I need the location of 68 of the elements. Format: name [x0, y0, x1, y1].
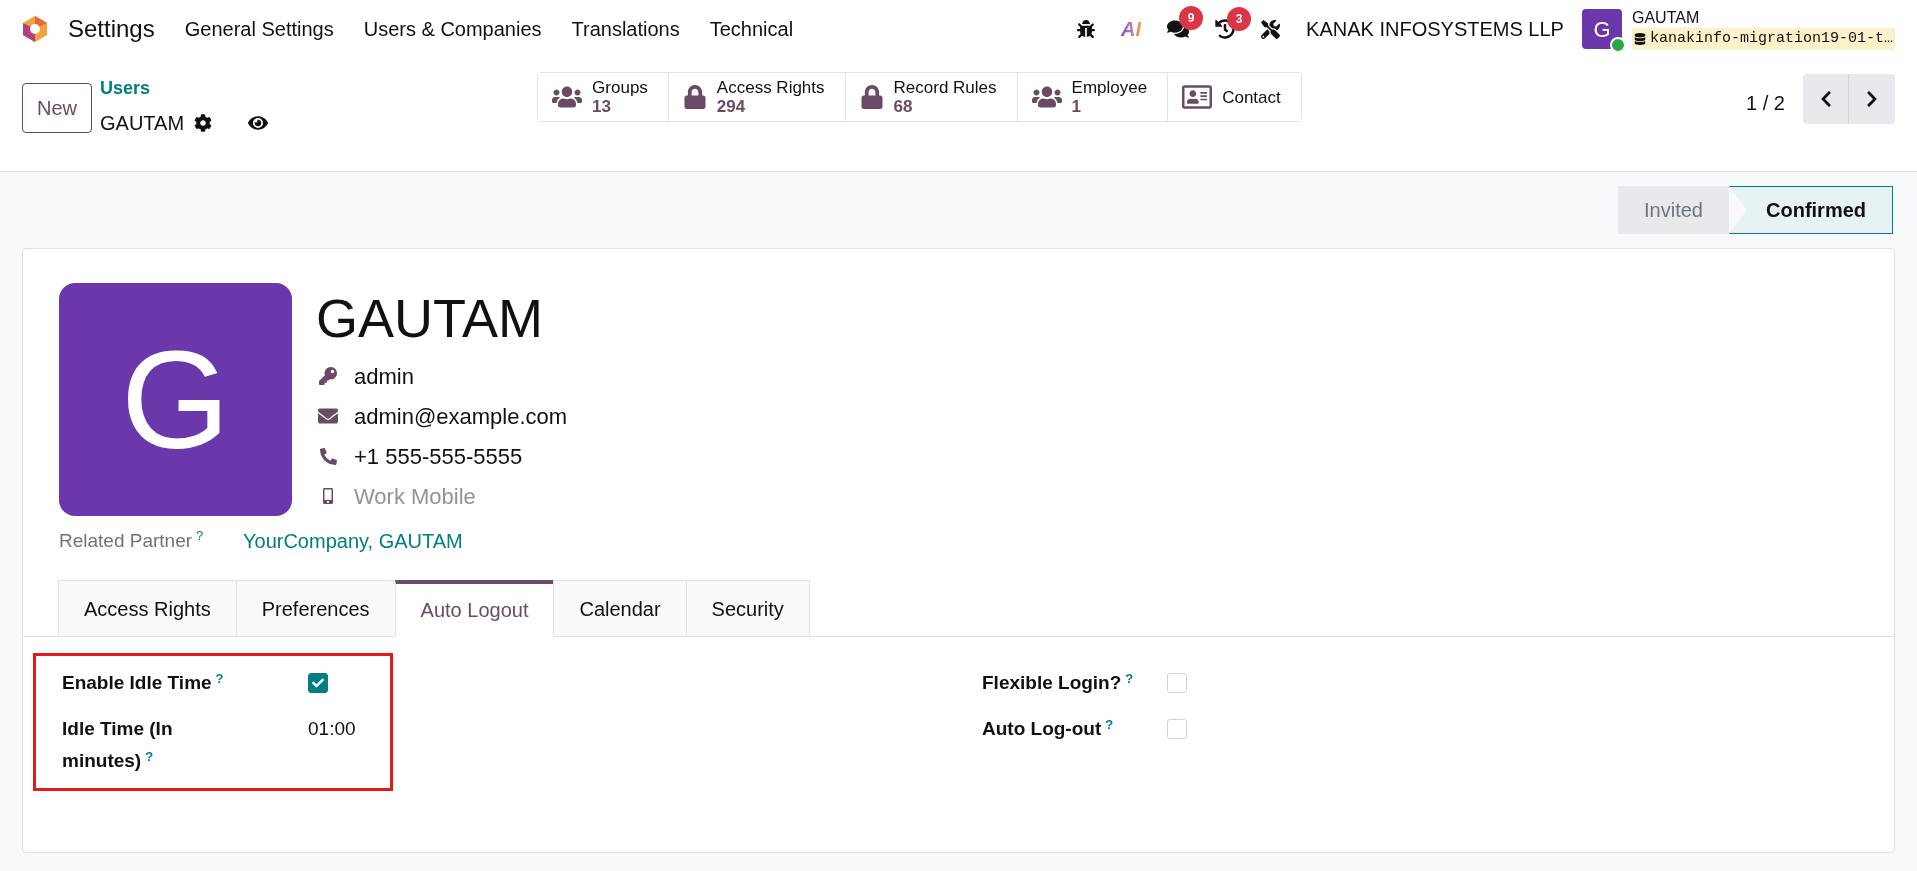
field-label: Flexible Login? $^{?}$ — [982, 669, 1134, 695]
field-label: Auto Log-out $^{?}$ — [982, 715, 1114, 741]
previous-button[interactable] — [1803, 74, 1849, 124]
envelope-icon — [318, 406, 338, 426]
database-name: kanakinfo-migration19-01-t… — [1631, 27, 1895, 51]
tools-icon[interactable] — [1261, 19, 1281, 39]
record-title: GAUTAM — [100, 111, 185, 136]
smart-button-count: 68 — [893, 97, 914, 116]
help-tooltip[interactable]: ? — [1125, 670, 1134, 686]
help-tooltip[interactable]: ? — [145, 748, 154, 764]
company-name[interactable]: KANAK INFOSYSTEMS LLP — [1306, 14, 1564, 44]
field-value[interactable]: +1 555-555-5555 — [354, 439, 523, 473]
idle-time-field[interactable]: 01:00 — [308, 713, 356, 745]
mobile-phone-icon — [320, 488, 336, 504]
menu-item[interactable]: Technical — [709, 14, 794, 44]
user-avatar[interactable]: G — [1581, 9, 1622, 49]
pager-counter: 1 / 2 — [1746, 91, 1785, 116]
status-step[interactable]: Confirmed — [1729, 186, 1893, 234]
app-name[interactable]: Settings — [68, 11, 155, 47]
smart-button-count: 294 — [716, 97, 747, 116]
menu-item[interactable]: Users & Companies — [363, 14, 542, 44]
input-field[interactable]: Work Mobile — [354, 479, 654, 513]
lock-icon — [859, 85, 884, 109]
smart-button[interactable]: Contact — [1167, 73, 1301, 121]
key-icon — [319, 367, 337, 385]
smart-button-label: Contact — [1222, 87, 1281, 107]
user-name-heading: GAUTAM — [316, 287, 544, 350]
field-value[interactable]: admin — [354, 359, 414, 393]
user-avatar[interactable]: G — [59, 283, 292, 516]
database-icon — [1633, 33, 1646, 45]
form-tab[interactable]: Preferences — [235, 580, 396, 637]
field-value[interactable]: admin@example.com — [354, 399, 568, 433]
lock-icon — [682, 85, 707, 109]
contact-card-icon — [1182, 82, 1213, 112]
new-button[interactable]: New — [22, 83, 92, 133]
phone-icon — [319, 447, 337, 465]
check-icon — [312, 677, 324, 689]
smart-button-label: Access Rights — [716, 78, 825, 97]
smart-button-count: 13 — [592, 97, 612, 116]
user-name[interactable]: GAUTAM — [1631, 7, 1895, 28]
menu-item[interactable]: Translations — [571, 14, 680, 44]
clock-icon[interactable] — [1215, 19, 1236, 39]
form-tab[interactable]: Security — [685, 580, 810, 637]
field-label: Related Partner $^{?}$ — [59, 527, 205, 553]
help-tooltip[interactable]: ? — [1105, 716, 1114, 732]
app-logo-icon[interactable] — [22, 15, 48, 43]
field-label: Enable Idle Time $^{?}$ — [62, 669, 224, 695]
field-label: Idle Time (In minutes) $^{?}$ — [62, 717, 174, 773]
checkbox[interactable] — [308, 673, 328, 693]
smart-button-label: Employee — [1071, 78, 1148, 97]
eye-icon[interactable] — [248, 113, 269, 133]
notification-badge: 3 — [1227, 7, 1252, 31]
notification-badge: 9 — [1179, 6, 1204, 30]
status-step[interactable]: Invited — [1618, 186, 1729, 234]
menu-item[interactable]: General Settings — [184, 14, 334, 44]
bug-icon[interactable] — [1077, 20, 1096, 38]
smart-button-label: Groups — [592, 78, 648, 97]
form-tab[interactable]: Calendar — [553, 580, 687, 637]
related-partner-link[interactable]: YourCompany, GAUTAM — [243, 526, 463, 556]
smart-button-count: 1 — [1071, 97, 1082, 116]
settings-icon[interactable] — [194, 114, 213, 132]
form-tab[interactable]: Auto Logout — [394, 580, 555, 637]
help-tooltip[interactable]: ? — [215, 670, 224, 686]
help-tooltip[interactable]: ? — [196, 528, 204, 544]
smart-button-label: Record Rules — [893, 78, 997, 97]
breadcrumb-link[interactable]: Users — [100, 76, 269, 100]
next-button[interactable] — [1849, 74, 1895, 124]
form-tab[interactable]: Access Rights — [58, 580, 237, 637]
